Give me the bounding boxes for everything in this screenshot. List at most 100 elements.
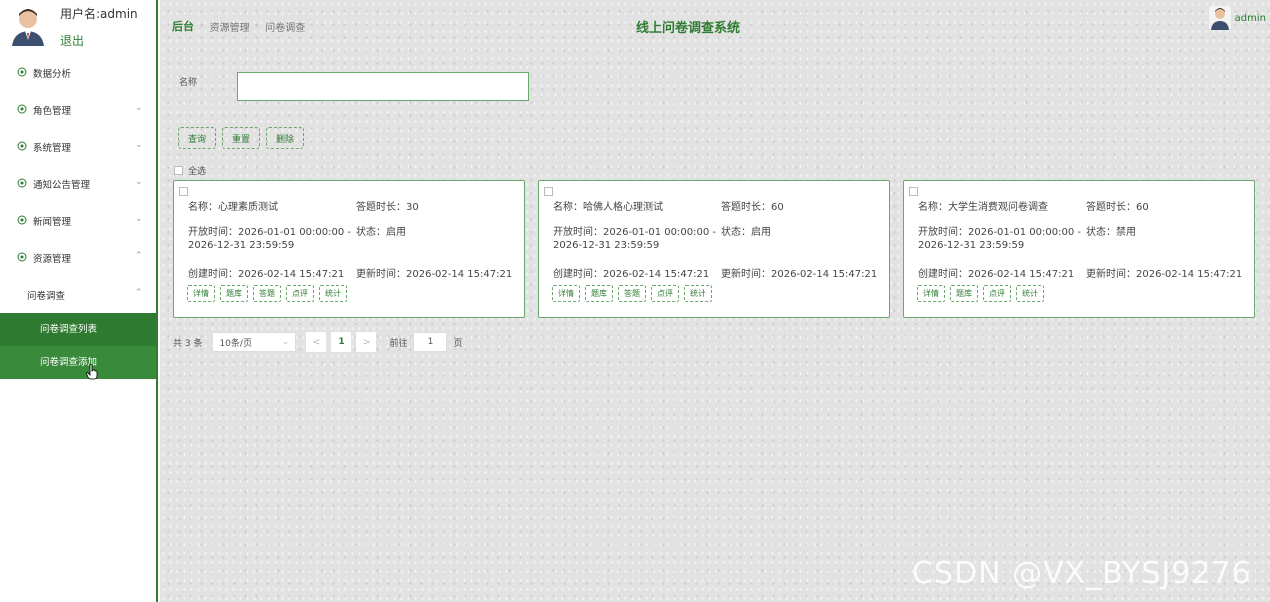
card-updated: 更新时间：2026-02-14 15:47:21 <box>1086 269 1243 280</box>
sidebar-item-survey[interactable]: 问卷调查 ⌃ <box>0 276 156 313</box>
chevron-down-icon: ⌄ <box>135 214 143 224</box>
chevron-down-icon: ⌄ <box>135 103 143 113</box>
question-bank-button[interactable]: 题库 <box>220 285 248 302</box>
chevron-right-icon: › <box>200 21 204 31</box>
select-all-checkbox[interactable] <box>174 166 183 175</box>
location-icon <box>17 104 27 114</box>
card-open-time: 开放时间：2026-01-01 00:00:00 - <box>918 227 1081 238</box>
question-bank-button[interactable]: 题库 <box>950 285 978 302</box>
answer-button[interactable]: 答题 <box>618 285 646 302</box>
card-name: 名称：心理素质测试 <box>188 202 278 213</box>
sidebar-item-resources[interactable]: 资源管理 ⌃ <box>0 239 156 276</box>
breadcrumb: 后台 › 资源管理 › 问卷调查 <box>172 18 305 34</box>
card-close-time: 2026-12-31 23:59:59 <box>188 240 295 251</box>
stats-button[interactable]: 统计 <box>684 285 712 302</box>
search-label: 名称 <box>179 78 198 88</box>
detail-button[interactable]: 详情 <box>552 285 580 302</box>
card-created: 创建时间：2026-02-14 15:47:21 <box>553 269 710 280</box>
breadcrumb-resources[interactable]: 资源管理 <box>210 19 250 34</box>
card-name: 名称：哈佛人格心理测试 <box>553 202 663 213</box>
card-checkbox[interactable] <box>909 187 918 196</box>
card-created: 创建时间：2026-02-14 15:47:21 <box>918 269 1075 280</box>
location-icon <box>17 215 27 225</box>
page-number-button[interactable]: 1 <box>331 332 352 352</box>
query-button[interactable]: 查询 <box>178 127 217 149</box>
card-checkbox[interactable] <box>179 187 188 196</box>
sidebar-item-label: 问卷调查 <box>27 291 66 302</box>
survey-card: 名称：大学生消费观问卷调查 答题时长：60 开放时间：2026-01-01 00… <box>903 180 1255 318</box>
search-row: 名称 <box>179 72 530 101</box>
location-icon <box>17 178 27 188</box>
answer-button[interactable]: 答题 <box>253 285 281 302</box>
page-unit-label: 页 <box>453 338 463 349</box>
prev-page-button[interactable]: < <box>306 332 327 352</box>
select-all-label: 全选 <box>188 167 207 177</box>
hand-cursor-icon <box>86 364 98 380</box>
chevron-down-icon: ⌄ <box>281 337 290 347</box>
name-search-input[interactable] <box>237 72 530 101</box>
username-label: 用户名:admin <box>60 7 138 21</box>
sidebar-item-label: 系统管理 <box>33 143 72 154</box>
breadcrumb-home[interactable]: 后台 <box>172 18 194 34</box>
stats-button[interactable]: 统计 <box>1016 285 1044 302</box>
delete-button[interactable]: 删除 <box>266 127 305 149</box>
sidebar-item-data-analysis[interactable]: 数据分析 <box>0 54 156 91</box>
sidebar: 用户名:admin 退出 数据分析 角色管理 ⌄ 系统管理 ⌄ 通知公告管理 ⌄… <box>0 0 158 602</box>
question-bank-button[interactable]: 题库 <box>585 285 613 302</box>
sidebar-item-roles[interactable]: 角色管理 ⌄ <box>0 91 156 128</box>
review-button[interactable]: 点评 <box>286 285 314 302</box>
sidebar-item-survey-list[interactable]: 问卷调查列表 <box>0 313 156 346</box>
page-size-value: 10条/页 <box>219 338 252 349</box>
user-block: 用户名:admin 退出 <box>0 0 156 54</box>
location-icon <box>17 67 27 77</box>
location-icon <box>17 141 27 151</box>
top-bar: 后台 › 资源管理 › 问卷调查 线上问卷调查系统 admin <box>160 0 1270 50</box>
avatar <box>1208 6 1231 30</box>
card-created: 创建时间：2026-02-14 15:47:21 <box>188 269 345 280</box>
reset-button[interactable]: 重置 <box>222 127 261 149</box>
select-all[interactable]: 全选 <box>174 164 206 177</box>
next-page-button[interactable]: > <box>356 332 377 352</box>
card-actions: 详情 题库 答题 点评 统计 <box>552 285 712 302</box>
card-actions: 详情 题库 点评 统计 <box>917 285 1044 302</box>
stats-button[interactable]: 统计 <box>319 285 347 302</box>
card-updated: 更新时间：2026-02-14 15:47:21 <box>721 269 878 280</box>
avatar <box>12 9 44 46</box>
total-count: 共 3 条 <box>173 338 203 349</box>
survey-card: 名称：哈佛人格心理测试 答题时长：60 开放时间：2026-01-01 00:0… <box>538 180 890 318</box>
detail-button[interactable]: 详情 <box>187 285 215 302</box>
page-size-select[interactable]: 10条/页 ⌄ <box>212 332 297 352</box>
sidebar-item-label: 资源管理 <box>33 254 72 265</box>
top-user-menu[interactable]: admin <box>1208 6 1266 30</box>
sidebar-item-label: 数据分析 <box>33 69 72 80</box>
sidebar-item-system[interactable]: 系统管理 ⌄ <box>0 128 156 165</box>
chevron-down-icon: ⌄ <box>135 177 143 187</box>
logout-link[interactable]: 退出 <box>60 32 84 49</box>
chevron-up-icon: ⌃ <box>135 251 143 261</box>
sidebar-menu: 数据分析 角色管理 ⌄ 系统管理 ⌄ 通知公告管理 ⌄ 新闻管理 ⌄ 资源管理 … <box>0 54 156 313</box>
sidebar-item-label: 新闻管理 <box>33 217 72 228</box>
review-button[interactable]: 点评 <box>983 285 1011 302</box>
card-status: 状态：禁用 <box>1086 227 1136 238</box>
card-updated: 更新时间：2026-02-14 15:47:21 <box>356 269 513 280</box>
main-content: 后台 › 资源管理 › 问卷调查 线上问卷调查系统 admin 名称 查询 重置… <box>160 0 1270 602</box>
card-checkbox[interactable] <box>544 187 553 196</box>
page-jump-input[interactable]: 1 <box>413 332 448 352</box>
top-username: admin <box>1234 12 1266 24</box>
detail-button[interactable]: 详情 <box>917 285 945 302</box>
sidebar-item-label: 角色管理 <box>33 106 72 117</box>
goto-label: 前往 <box>389 338 408 349</box>
card-actions: 详情 题库 答题 点评 统计 <box>187 285 347 302</box>
card-status: 状态：启用 <box>356 227 406 238</box>
sidebar-item-news[interactable]: 新闻管理 ⌄ <box>0 202 156 239</box>
survey-submenu: 问卷调查列表 问卷调查添加 <box>0 313 156 380</box>
card-close-time: 2026-12-31 23:59:59 <box>553 240 660 251</box>
sidebar-item-notices[interactable]: 通知公告管理 ⌄ <box>0 165 156 202</box>
review-button[interactable]: 点评 <box>651 285 679 302</box>
card-status: 状态：启用 <box>721 227 771 238</box>
location-icon <box>17 252 27 262</box>
sidebar-item-survey-add[interactable]: 问卷调查添加 <box>0 346 156 380</box>
card-name: 名称：大学生消费观问卷调查 <box>918 202 1048 213</box>
survey-card: 名称：心理素质测试 答题时长：30 开放时间：2026-01-01 00:00:… <box>173 180 525 318</box>
chevron-down-icon: ⌄ <box>135 140 143 150</box>
